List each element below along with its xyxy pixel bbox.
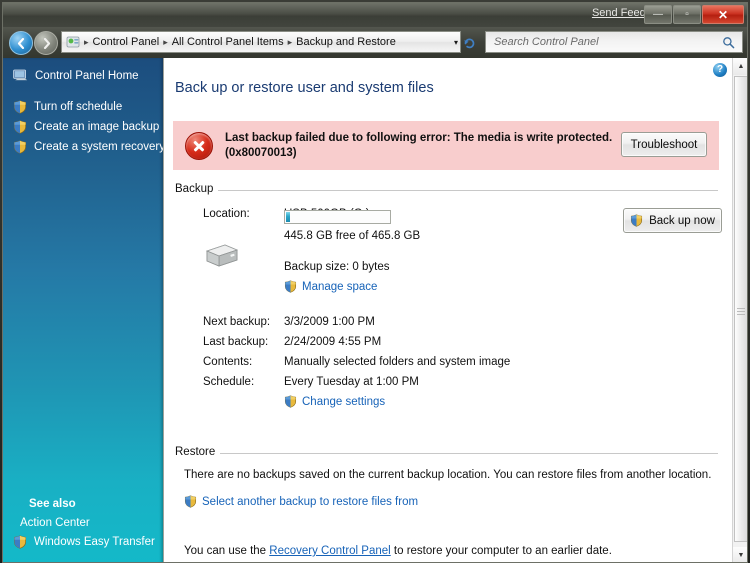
sidebar-item-label: Action Center [20,517,90,529]
shield-icon [13,100,27,114]
error-message-line2: (0x80070013) [225,146,297,159]
troubleshoot-button[interactable]: Troubleshoot [621,132,707,157]
refresh-icon [463,38,474,48]
back-up-now-label: Back up now [649,214,715,227]
manage-space-label: Manage space [302,281,378,293]
see-also-heading: See also [29,498,76,510]
sidebar-item-label: Windows Easy Transfer [34,536,155,548]
shield-icon [13,535,27,549]
page-title: Back up or restore user and system files [175,80,434,96]
navigation-sidebar: Control Panel Home Turn off schedule Cre… [3,58,189,562]
change-settings-label: Change settings [302,396,386,408]
breadcrumb-item-0[interactable]: Control Panel [91,36,162,48]
window-controls: — ▫ ✕ [644,5,744,24]
breadcrumb-separator-1: ▸ [163,36,168,47]
see-also-section: See also Action Center Windows Easy Tran… [3,496,163,552]
shield-icon [284,395,298,409]
title-bar: Send Feedback — ▫ ✕ [3,3,747,27]
forward-button[interactable] [34,31,58,55]
external-drive-icon [203,240,241,270]
sidebar-item-turn-off-schedule[interactable]: Turn off schedule [3,97,163,117]
close-button[interactable]: ✕ [702,5,744,24]
sidebar-item-action-center[interactable]: Action Center [3,514,163,532]
address-bar: ▸ Control Panel ▸ All Control Panel Item… [3,27,747,58]
minimize-button[interactable]: — [644,5,672,24]
sidebar-item-label: Create an image backup [34,121,160,133]
restore-section-heading: Restore [175,446,221,458]
desktop-background: Send Feedback — ▫ ✕ ▸ Control Panel ▸ Al… [0,0,750,563]
detail-label-schedule: Schedule: [203,376,255,388]
window-body: Control Panel Home Turn off schedule Cre… [3,58,747,562]
search-input[interactable] [492,35,711,49]
detail-label-contents: Contents: [203,356,253,368]
sidebar-item-label: Turn off schedule [34,101,123,113]
control-panel-icon [66,35,80,49]
sidebar-home-label: Control Panel Home [35,69,139,82]
breadcrumb-item-2[interactable]: Backup and Restore [294,36,398,48]
error-message: Last backup failed due to following erro… [225,131,612,161]
detail-label-next-backup: Next backup: [203,316,271,328]
change-settings-link[interactable]: Change settings [284,395,385,409]
manage-space-link[interactable]: Manage space [284,280,377,294]
scrollbar-grip-icon [737,306,745,315]
recovery-control-panel-link[interactable]: Recovery Control Panel [269,545,390,557]
help-icon[interactable]: ? [713,63,727,77]
search-icon [723,36,735,48]
sidebar-item-windows-easy-transfer[interactable]: Windows Easy Transfer [3,532,163,552]
scrollbar-thumb[interactable] [734,76,747,542]
monitor-icon [13,69,28,82]
scroll-down-button[interactable]: ▼ [733,547,747,562]
restore-section-divider [218,453,718,454]
breadcrumb-separator-2: ▸ [287,36,293,47]
sidebar-item-control-panel-home[interactable]: Control Panel Home [3,66,163,85]
recovery-control-panel-text: You can use the Recovery Control Panel t… [184,545,612,557]
select-another-backup-link[interactable]: Select another backup to restore files f… [184,495,418,509]
recovery-prefix: You can use the [184,545,270,557]
select-another-backup-label: Select another backup to restore files f… [202,496,419,508]
back-up-now-button[interactable]: Back up now [623,208,722,233]
backup-section-heading: Backup [175,183,219,195]
detail-value-last-backup: 2/24/2009 4:55 PM [284,336,382,348]
detail-label-last-backup: Last backup: [203,336,269,348]
content-pane: ? Back up or restore user and system fil… [163,58,747,562]
free-space-text: 445.8 GB free of 465.8 GB [284,230,421,242]
back-arrow-icon [17,37,24,49]
error-banner: Last backup failed due to following erro… [173,121,719,170]
recovery-suffix: to restore your computer to an earlier d… [390,545,612,557]
back-button[interactable] [9,31,33,55]
backup-restore-window: Send Feedback — ▫ ✕ ▸ Control Panel ▸ Al… [2,2,748,563]
shield-icon [630,213,644,228]
restore-description: There are no backups saved on the curren… [184,469,712,481]
detail-value-schedule: Every Tuesday at 1:00 PM [284,376,419,388]
error-icon [185,131,213,160]
backup-size-text: Backup size: 0 bytes [284,261,390,273]
detail-value-contents: Manually selected folders and system ima… [284,356,511,368]
breadcrumb-separator-0: ▸ [84,36,89,47]
detail-value-next-backup: 3/3/2009 1:00 PM [284,316,375,328]
scroll-up-button[interactable]: ▲ [733,58,747,75]
shield-icon [13,140,27,154]
sidebar-item-create-image-backup[interactable]: Create an image backup [3,117,163,137]
backup-section-divider [218,190,718,191]
sidebar-item-create-recovery-disc[interactable]: Create a system recovery disc [3,137,189,157]
shield-icon [13,120,27,134]
location-label: Location: [203,208,250,220]
breadcrumb-bar[interactable]: ▸ Control Panel ▸ All Control Panel Item… [61,31,461,53]
breadcrumb-item-1[interactable]: All Control Panel Items [170,36,286,48]
search-box[interactable] [485,31,743,53]
disk-usage-fill [286,212,291,222]
shield-icon [184,495,198,509]
refresh-button[interactable] [459,31,479,53]
shield-icon [284,280,298,294]
maximize-button[interactable]: ▫ [673,5,701,24]
error-message-line1: Last backup failed due to following erro… [225,131,613,144]
vertical-scrollbar[interactable]: ▲ ▼ [732,58,747,562]
forward-arrow-icon [43,37,50,49]
disk-usage-bar [284,210,391,224]
